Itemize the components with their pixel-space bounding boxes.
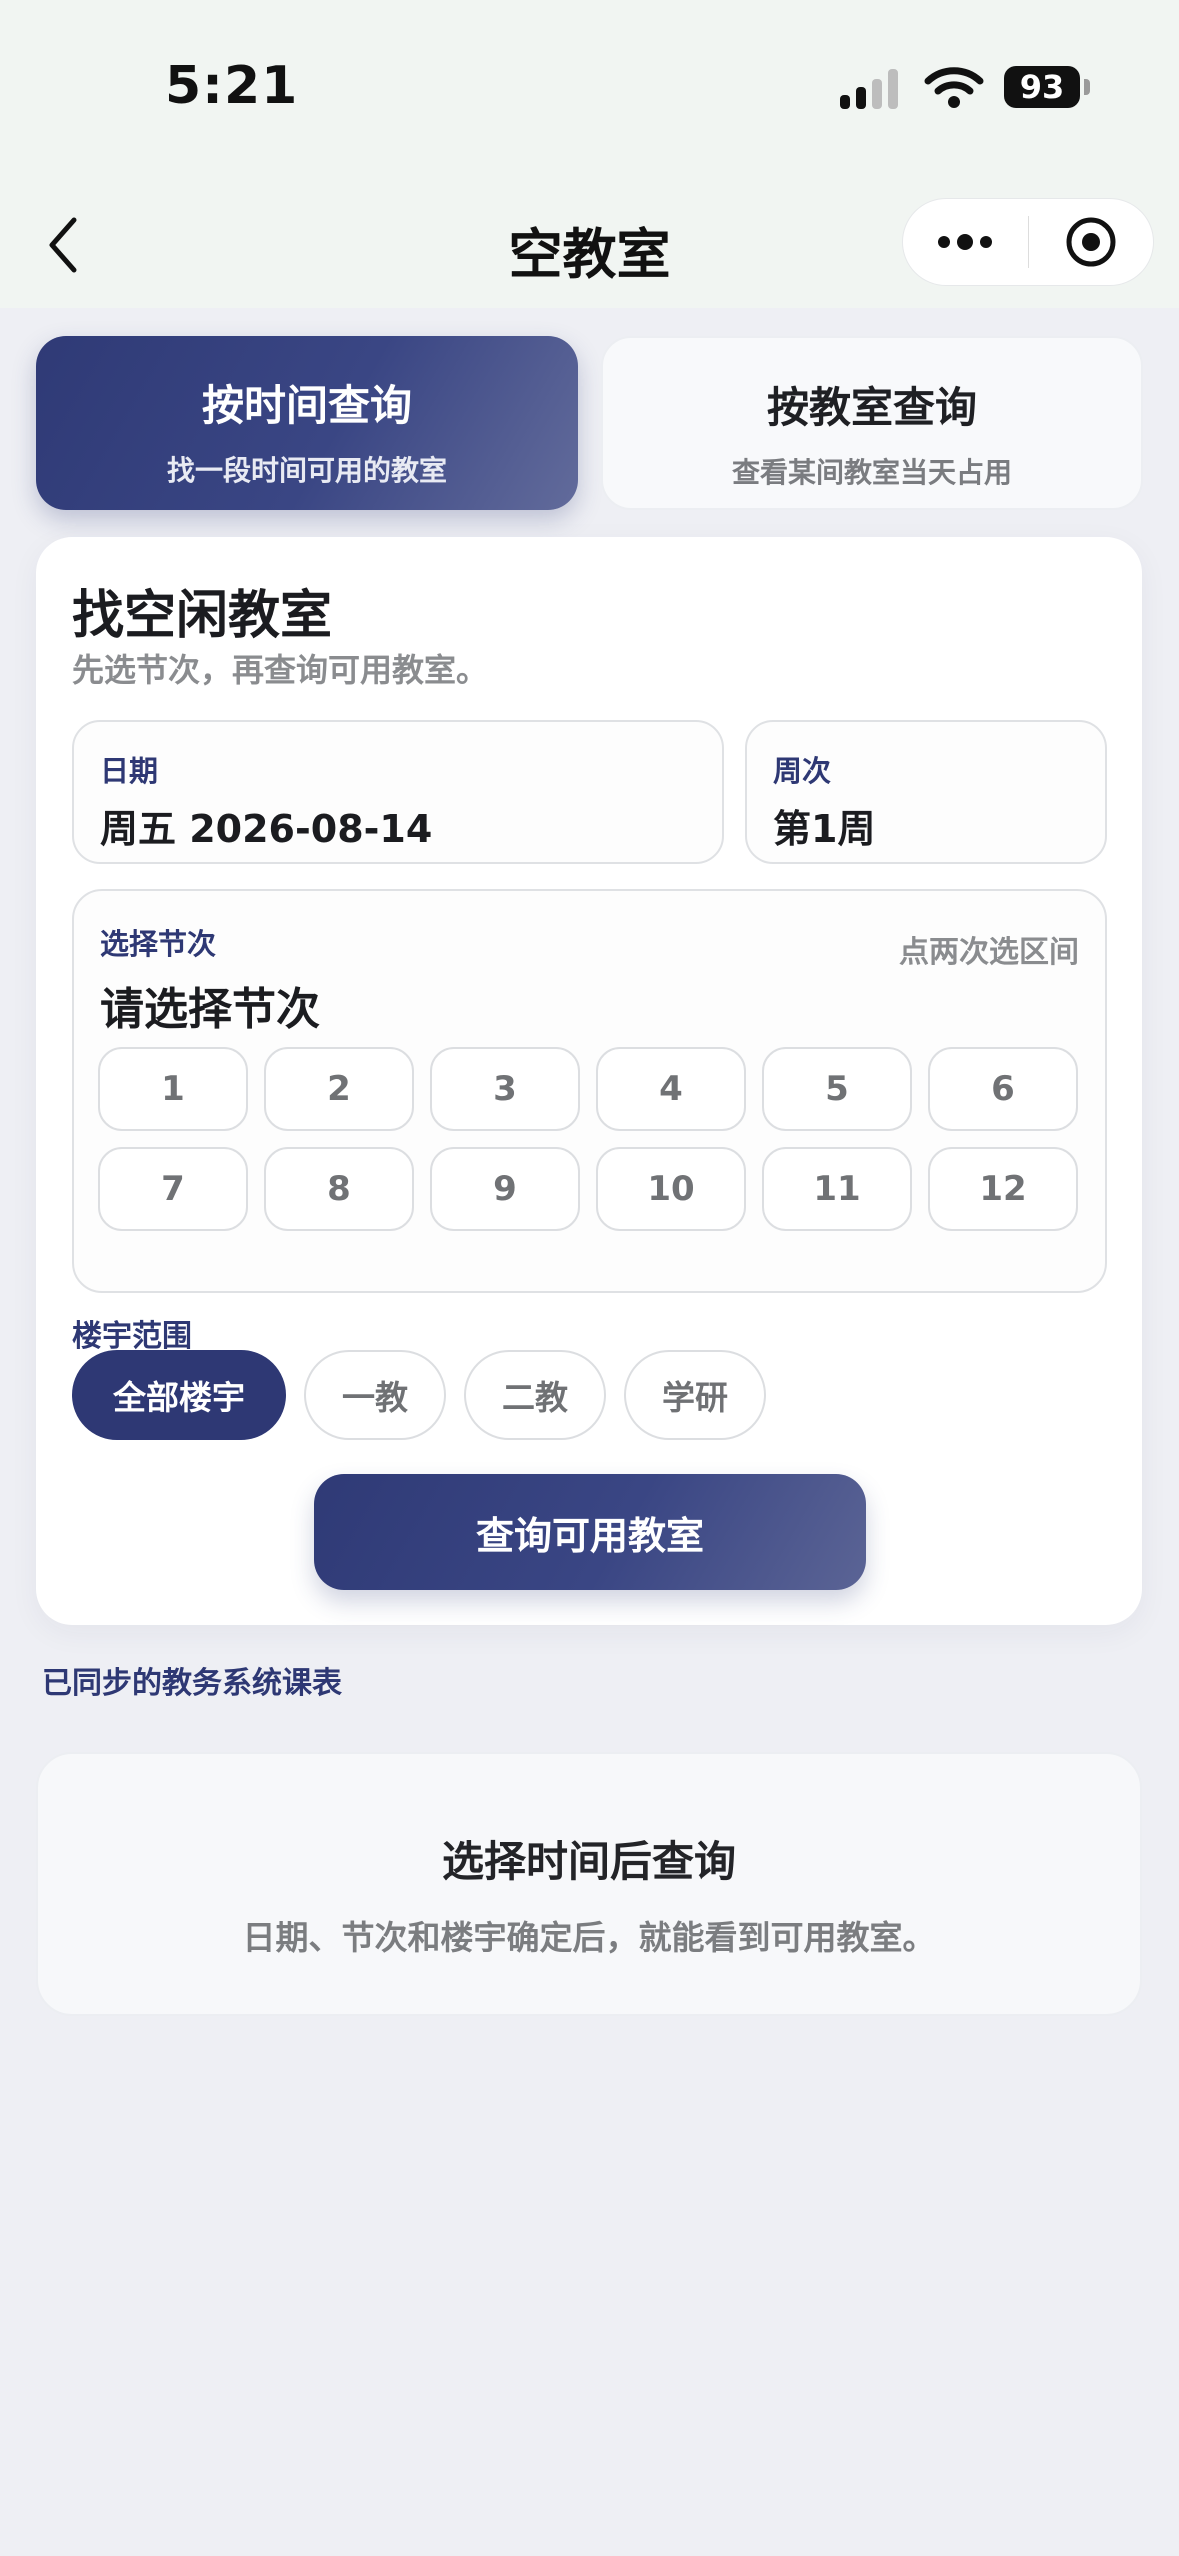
period-button[interactable]: 7 [98, 1147, 248, 1231]
building-chip[interactable]: 学研 [624, 1350, 766, 1440]
period-button[interactable]: 12 [928, 1147, 1078, 1231]
battery-level: 93 [1019, 68, 1065, 106]
building-chip[interactable]: 二教 [464, 1350, 606, 1440]
period-button[interactable]: 2 [264, 1047, 414, 1131]
period-button[interactable]: 11 [762, 1147, 912, 1231]
card-subtitle: 先选节次，再查询可用教室。 [72, 651, 489, 689]
week-value: 第1周 [773, 807, 876, 851]
status-time: 5:21 [165, 56, 299, 116]
tab-subtitle: 查看某间教室当天占用 [731, 456, 1012, 489]
building-chips: 全部楼宇 一教 二教 学研 [72, 1350, 766, 1440]
tab-query-by-time[interactable]: 按时间查询 找一段时间可用的教室 [36, 336, 578, 510]
search-card: 找空闲教室 先选节次，再查询可用教室。 日期 周五 2026-08-14 周次 … [36, 537, 1142, 1625]
period-button[interactable]: 5 [762, 1047, 912, 1131]
period-label: 选择节次 [100, 927, 217, 961]
week-label: 周次 [773, 754, 832, 788]
tab-query-by-room[interactable]: 按教室查询 查看某间教室当天占用 [601, 336, 1143, 510]
period-hint: 点两次选区间 [899, 935, 1079, 970]
tab-subtitle: 找一段时间可用的教室 [166, 454, 447, 487]
top-bar: 5:21 93 空教室 [0, 0, 1179, 308]
period-button[interactable]: 4 [596, 1047, 746, 1131]
empty-state-text: 日期、节次和楼宇确定后，就能看到可用教室。 [242, 1918, 936, 1957]
date-value: 周五 2026-08-14 [100, 807, 433, 851]
close-target-icon[interactable] [1028, 199, 1153, 285]
more-menu-icon[interactable] [903, 199, 1028, 285]
building-label: 楼宇范围 [72, 1319, 192, 1354]
sync-status-text: 已同步的教务系统课表 [42, 1666, 342, 1701]
period-button[interactable]: 1 [98, 1047, 248, 1131]
cellular-signal-icon [840, 65, 898, 109]
status-icons: 93 [840, 62, 1090, 112]
period-button[interactable]: 9 [430, 1147, 580, 1231]
tab-title: 按时间查询 [201, 381, 412, 430]
date-field[interactable]: 日期 周五 2026-08-14 [72, 720, 724, 864]
period-button[interactable]: 3 [430, 1047, 580, 1131]
empty-state-title: 选择时间后查询 [441, 1837, 736, 1886]
period-button[interactable]: 10 [596, 1147, 746, 1231]
building-chip[interactable]: 一教 [304, 1350, 446, 1440]
period-placeholder: 请选择节次 [100, 984, 320, 1035]
battery-icon: 93 [1004, 66, 1090, 108]
period-selector: 选择节次 点两次选区间 请选择节次 1 2 3 4 5 6 7 8 9 10 1… [72, 889, 1107, 1293]
period-button[interactable]: 8 [264, 1147, 414, 1231]
mini-program-capsule [902, 198, 1154, 286]
period-button[interactable]: 6 [928, 1047, 1078, 1131]
period-grid: 1 2 3 4 5 6 7 8 9 10 11 12 [98, 1047, 1084, 1231]
empty-state: 选择时间后查询 日期、节次和楼宇确定后，就能看到可用教室。 [36, 1752, 1142, 2016]
card-title: 找空闲教室 [72, 586, 333, 646]
building-chip-all[interactable]: 全部楼宇 [72, 1350, 286, 1440]
tab-title: 按教室查询 [766, 383, 977, 432]
query-button[interactable]: 查询可用教室 [314, 1474, 866, 1590]
date-label: 日期 [100, 754, 159, 788]
week-field[interactable]: 周次 第1周 [745, 720, 1107, 864]
wifi-icon [924, 67, 984, 108]
